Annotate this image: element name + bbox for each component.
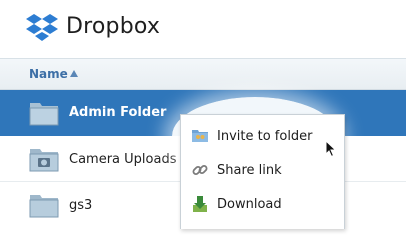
context-menu: Invite to folder Share link Download xyxy=(180,114,345,229)
sort-ascending-icon[interactable] xyxy=(70,70,78,77)
share-folder-icon xyxy=(192,130,208,142)
file-name[interactable]: Admin Folder xyxy=(69,105,166,120)
name-column-header[interactable]: Name xyxy=(29,67,68,81)
menu-item-download[interactable]: Download xyxy=(181,187,344,221)
file-name[interactable]: Camera Uploads xyxy=(69,152,176,167)
brand-title[interactable]: Dropbox xyxy=(66,14,160,39)
menu-item-label: Invite to folder xyxy=(217,129,313,144)
menu-item-invite-to-folder[interactable]: Invite to folder xyxy=(181,119,344,153)
column-header: Name xyxy=(0,58,406,90)
download-icon xyxy=(193,196,207,212)
shared-folder-icon xyxy=(29,103,59,126)
app-header: Dropbox xyxy=(0,0,406,58)
mouse-cursor-icon xyxy=(325,140,337,158)
menu-item-share-link[interactable]: Share link xyxy=(181,153,344,187)
link-icon xyxy=(192,165,208,175)
camera-folder-icon xyxy=(29,149,59,172)
folder-icon xyxy=(29,195,59,218)
dropbox-logo-icon[interactable] xyxy=(25,13,59,43)
menu-item-label: Download xyxy=(217,197,282,212)
menu-item-label: Share link xyxy=(217,163,282,178)
file-name[interactable]: gs3 xyxy=(69,198,92,213)
